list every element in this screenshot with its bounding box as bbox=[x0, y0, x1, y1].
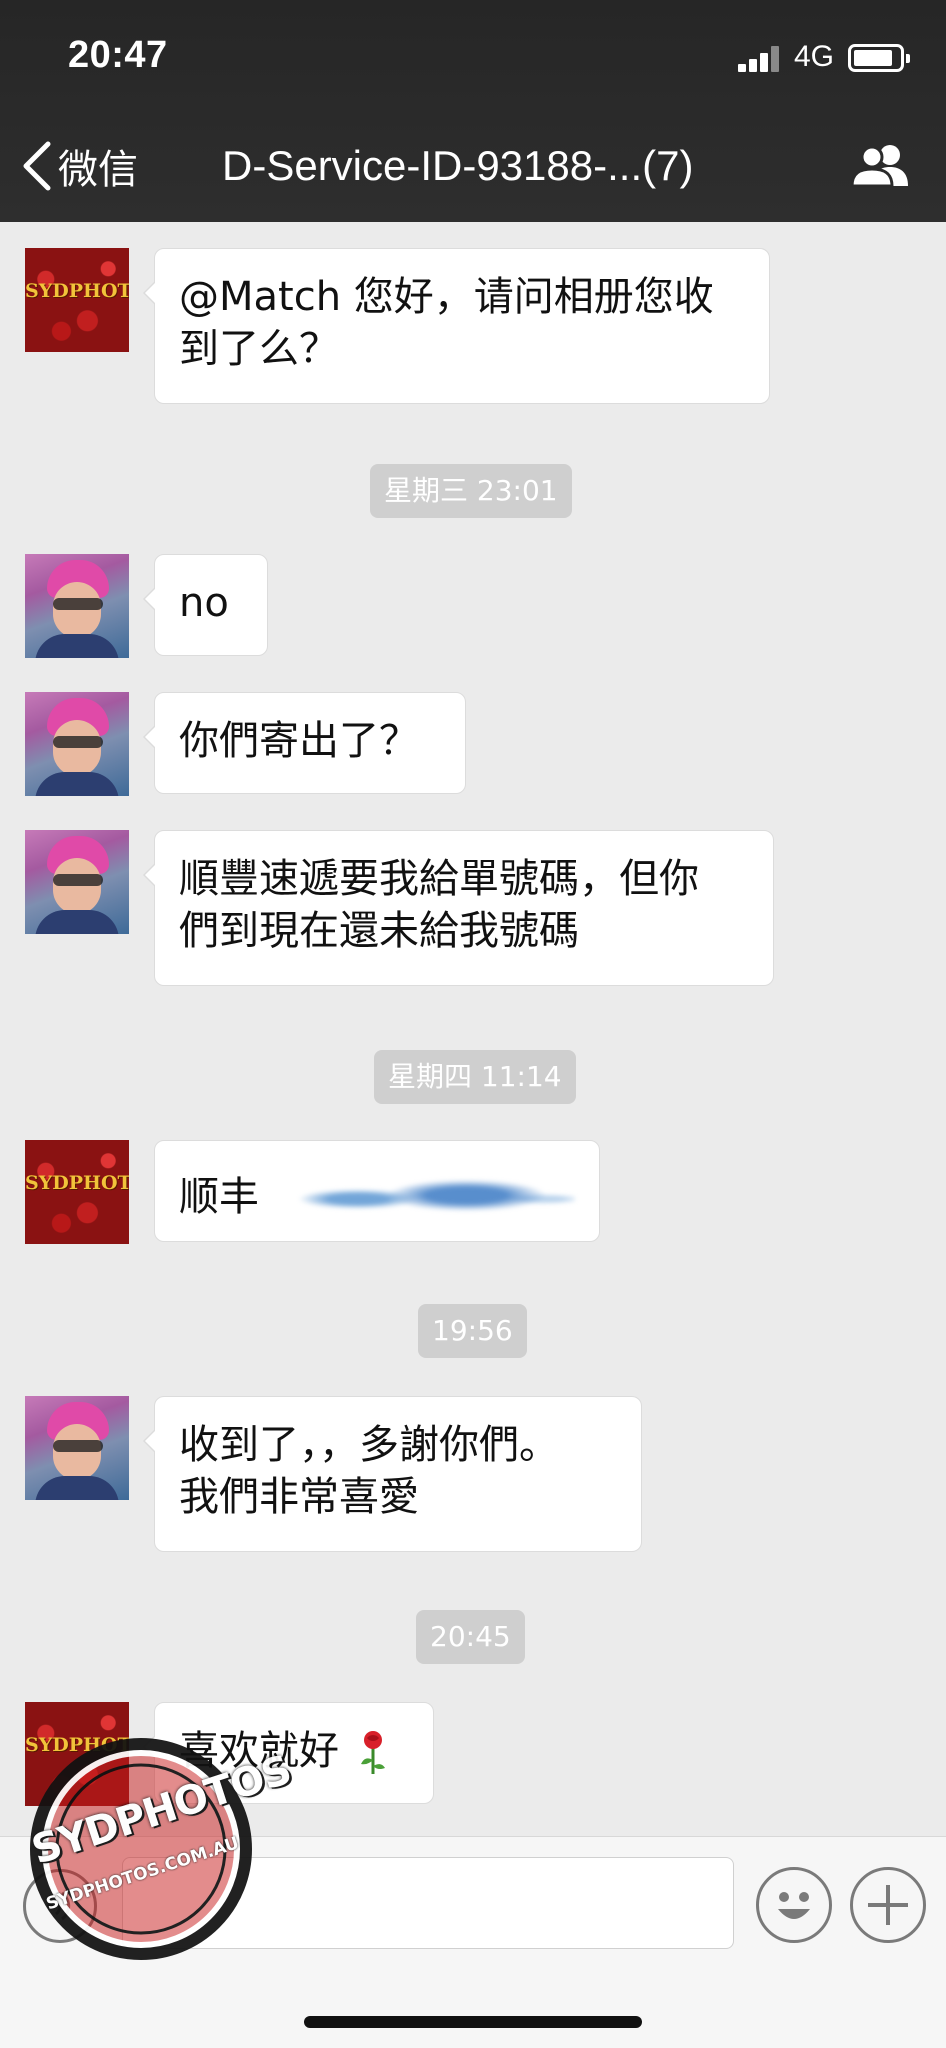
message-line: 順豐速遞要我給單號碼，但你 bbox=[179, 856, 699, 902]
avatar-sydphotos[interactable]: SYDPHOTOS bbox=[25, 248, 129, 352]
status-time: 20:47 bbox=[68, 34, 168, 76]
rose-icon bbox=[360, 1731, 385, 1774]
message-line: @Match 您好，请问相册您收 bbox=[179, 274, 714, 320]
message-line: 你們寄出了？ bbox=[179, 718, 419, 764]
chat-area[interactable]: SYDPHOTOS @Match 您好，请问相册您收 到了么？ 星期三 23:0… bbox=[0, 222, 946, 1836]
wechat-app: 20:47 4G 微信 D-Service-ID-93188-...(7) SY… bbox=[0, 0, 946, 2048]
watermark-logo: SYDPHOTOS SYDPHOTOS.COM.AU bbox=[26, 1736, 296, 1962]
avatar-sydphotos[interactable]: SYDPHOTOS bbox=[25, 1140, 129, 1244]
plus-icon bbox=[868, 1885, 908, 1925]
avatar-logo-text: SYDPHOTOS bbox=[25, 280, 129, 302]
back-label: 微信 bbox=[58, 147, 138, 193]
back-button[interactable]: 微信 bbox=[18, 136, 138, 196]
battery-icon bbox=[848, 44, 910, 72]
avatar-logo-text: SYDPHOTOS bbox=[25, 1172, 129, 1194]
message-line: 們到現在還未給我號碼 bbox=[179, 908, 579, 954]
home-indicator bbox=[304, 2016, 642, 2028]
message-line: 收到了，，多謝你們。 bbox=[179, 1422, 559, 1468]
back-chevron-icon bbox=[23, 141, 51, 191]
message-line: 顺丰 bbox=[179, 1174, 259, 1220]
avatar-user[interactable] bbox=[25, 554, 129, 658]
message-bubble[interactable]: 你們寄出了？ bbox=[143, 692, 466, 794]
timestamp-label: 星期四 11:14 bbox=[374, 1050, 576, 1104]
group-members-icon[interactable] bbox=[850, 142, 912, 188]
message-line: 到了么？ bbox=[179, 326, 339, 372]
emoji-smile-icon bbox=[778, 1892, 810, 1919]
message-bubble[interactable]: @Match 您好，请问相册您收 到了么？ bbox=[143, 248, 770, 404]
redacted-blur bbox=[265, 1163, 575, 1235]
avatar-user[interactable] bbox=[25, 1396, 129, 1500]
avatar-user[interactable] bbox=[25, 692, 129, 796]
message-bubble[interactable]: 顺丰 bbox=[154, 1140, 600, 1242]
message-bubble[interactable]: 順豐速遞要我給單號碼，但你 們到現在還未給我號碼 bbox=[143, 830, 774, 986]
avatar-user[interactable] bbox=[25, 830, 129, 934]
header: 20:47 4G 微信 D-Service-ID-93188-...(7) bbox=[0, 0, 946, 222]
message-line: no bbox=[179, 580, 229, 626]
message-line: 我們非常喜愛 bbox=[179, 1474, 419, 1520]
timestamp-label: 20:45 bbox=[416, 1610, 525, 1664]
timestamp-label: 19:56 bbox=[418, 1304, 527, 1358]
chat-title: D-Service-ID-93188-...(7) bbox=[222, 142, 694, 189]
more-button[interactable] bbox=[850, 1867, 926, 1943]
network-label: 4G bbox=[794, 40, 835, 73]
message-bubble[interactable]: 收到了，，多謝你們。 我們非常喜愛 bbox=[143, 1396, 642, 1552]
message-bubble[interactable]: no bbox=[143, 554, 268, 656]
timestamp-label: 星期三 23:01 bbox=[370, 464, 572, 518]
signal-icon bbox=[738, 46, 782, 72]
emoji-button[interactable] bbox=[756, 1867, 832, 1943]
